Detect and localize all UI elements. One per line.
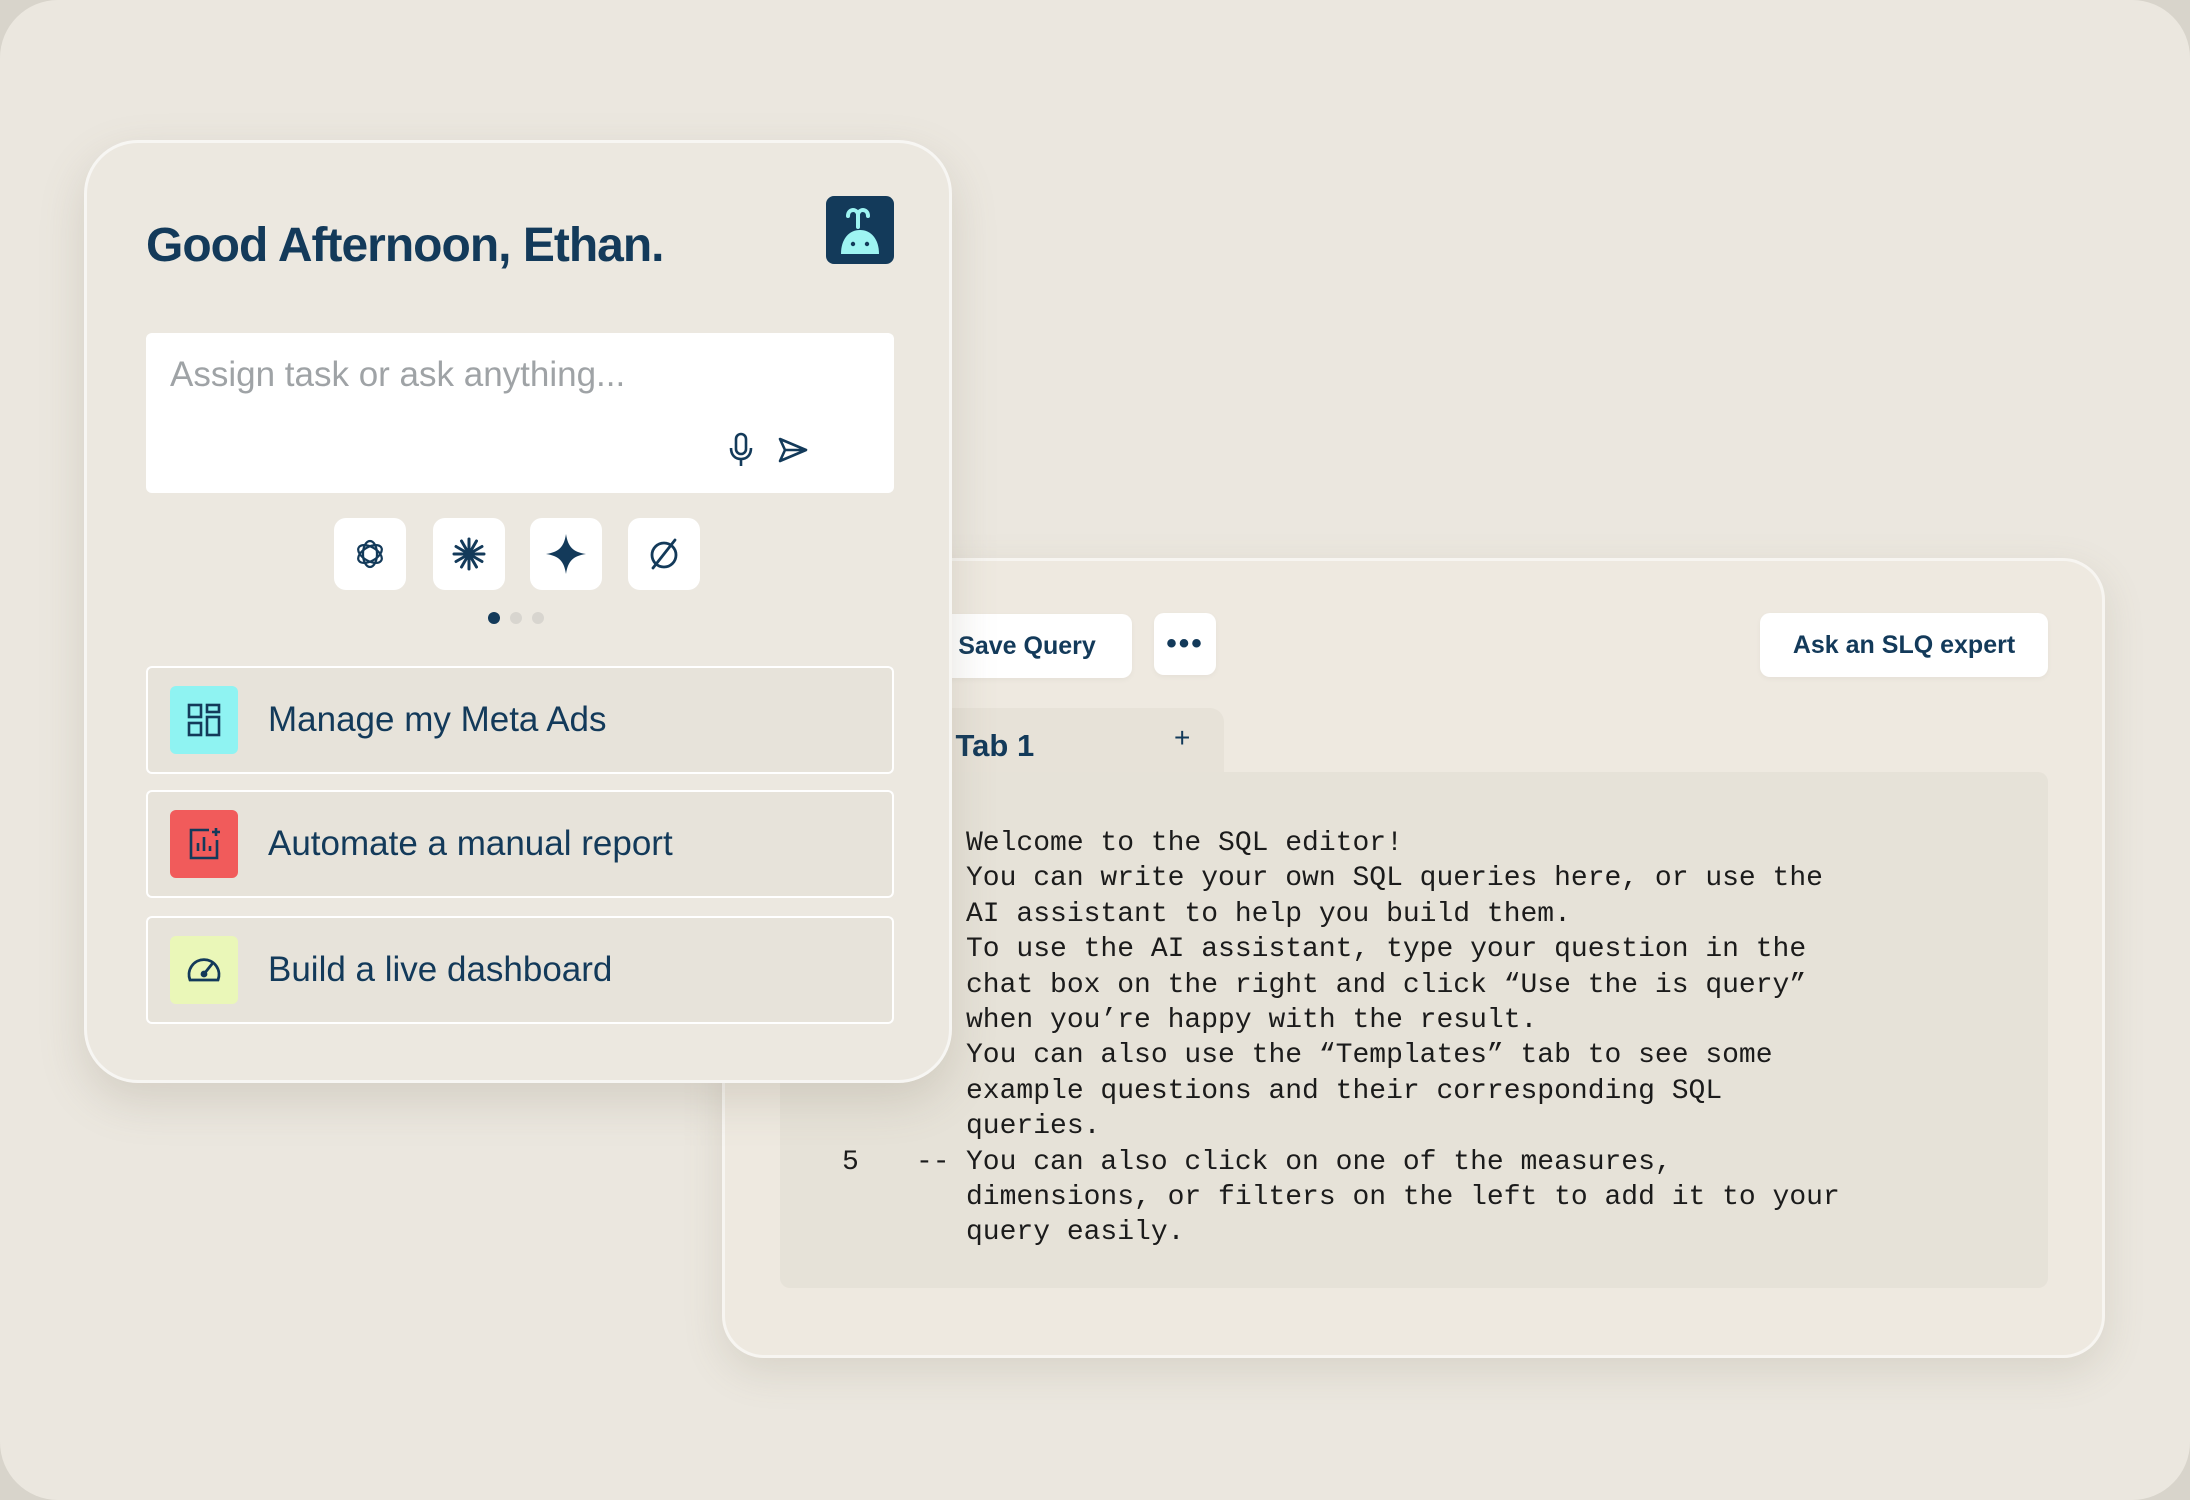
code-line: You can also use the “Templates” tab to … <box>780 1038 2048 1073</box>
grid-icon <box>170 686 238 754</box>
code-line: 5 -- You can also click on one of the meas… <box>780 1145 2048 1180</box>
code-line: dimensions, or filters on the left to ad… <box>780 1180 2048 1215</box>
prompt-input[interactable] <box>168 349 832 401</box>
send-icon[interactable] <box>776 433 810 467</box>
pager-dot-active[interactable] <box>488 612 500 624</box>
code-line: AI assistant to help you build them. <box>780 897 2048 932</box>
code-line: queries. <box>780 1109 2048 1144</box>
action-label: Build a live dashboard <box>268 950 613 989</box>
carousel-pager <box>488 612 558 626</box>
code-line: when you’re happy with the result. <box>780 1003 2048 1038</box>
action-live-dashboard[interactable]: Build a live dashboard <box>146 916 894 1024</box>
comment-marker: -- <box>916 1146 950 1178</box>
code-line: example questions and their correspondin… <box>780 1074 2048 1109</box>
prompt-box <box>146 333 894 493</box>
code-text: You can write your own SQL queries here,… <box>966 863 1823 895</box>
sparkle-icon[interactable] <box>530 518 602 590</box>
code-text: query easily. <box>966 1217 1185 1249</box>
code-line: You can write your own SQL queries here,… <box>780 861 2048 896</box>
code-text: You can also click on one of the measure… <box>966 1146 1672 1178</box>
report-chart-icon <box>170 810 238 878</box>
action-label: Automate a manual report <box>268 824 673 863</box>
code-text: when you’re happy with the result. <box>966 1004 1538 1036</box>
code-text: queries. <box>966 1111 1101 1143</box>
code-line: To use the AI assistant, type your quest… <box>780 932 2048 967</box>
code-editor[interactable]: Welcome to the SQL editor! You can write … <box>780 772 2048 1288</box>
assistant-card: Good Afternoon, Ethan. Assign task or as… <box>84 140 952 1083</box>
pager-dot[interactable] <box>532 612 544 624</box>
code-line: Welcome to the SQL editor! <box>780 826 2048 861</box>
code-text: chat box on the right and click “Use the… <box>966 969 1807 1001</box>
action-label: Manage my Meta Ads <box>268 700 607 739</box>
pager-dot[interactable] <box>510 612 522 624</box>
app-canvas: Save Query ••• Ask an SLQ expert d Tab 1… <box>0 0 2190 1500</box>
code-content: Welcome to the SQL editor! You can write … <box>780 826 2048 1251</box>
code-text: To use the AI assistant, type your quest… <box>966 934 1807 966</box>
code-text: dimensions, or filters on the left to ad… <box>966 1181 1840 1213</box>
assistant-logo-icon[interactable] <box>826 196 894 264</box>
greeting-title: Good Afternoon, Ethan. <box>146 219 664 272</box>
code-line: query easily. <box>780 1215 2048 1250</box>
microphone-icon[interactable] <box>724 431 758 469</box>
code-text: Welcome to the SQL editor! <box>966 828 1403 859</box>
openai-icon[interactable] <box>334 518 406 590</box>
code-text: You can also use the “Templates” tab to … <box>966 1040 1773 1072</box>
action-automate-report[interactable]: Automate a manual report <box>146 790 894 898</box>
add-tab-button[interactable]: + <box>1174 722 1190 754</box>
save-query-button[interactable]: Save Query <box>922 614 1132 678</box>
model-selector <box>334 518 714 590</box>
more-options-button[interactable]: ••• <box>1154 613 1216 675</box>
orbit-icon[interactable] <box>628 518 700 590</box>
line-number: 5 <box>842 1146 859 1178</box>
code-text: example questions and their correspondin… <box>966 1075 1723 1107</box>
asterisk-icon[interactable] <box>433 518 505 590</box>
code-line: chat box on the right and click “Use the… <box>780 968 2048 1003</box>
action-manage-meta-ads[interactable]: Manage my Meta Ads <box>146 666 894 774</box>
ask-expert-button[interactable]: Ask an SLQ expert <box>1760 613 2048 677</box>
code-text: AI assistant to help you build them. <box>966 898 1571 930</box>
gauge-icon <box>170 936 238 1004</box>
